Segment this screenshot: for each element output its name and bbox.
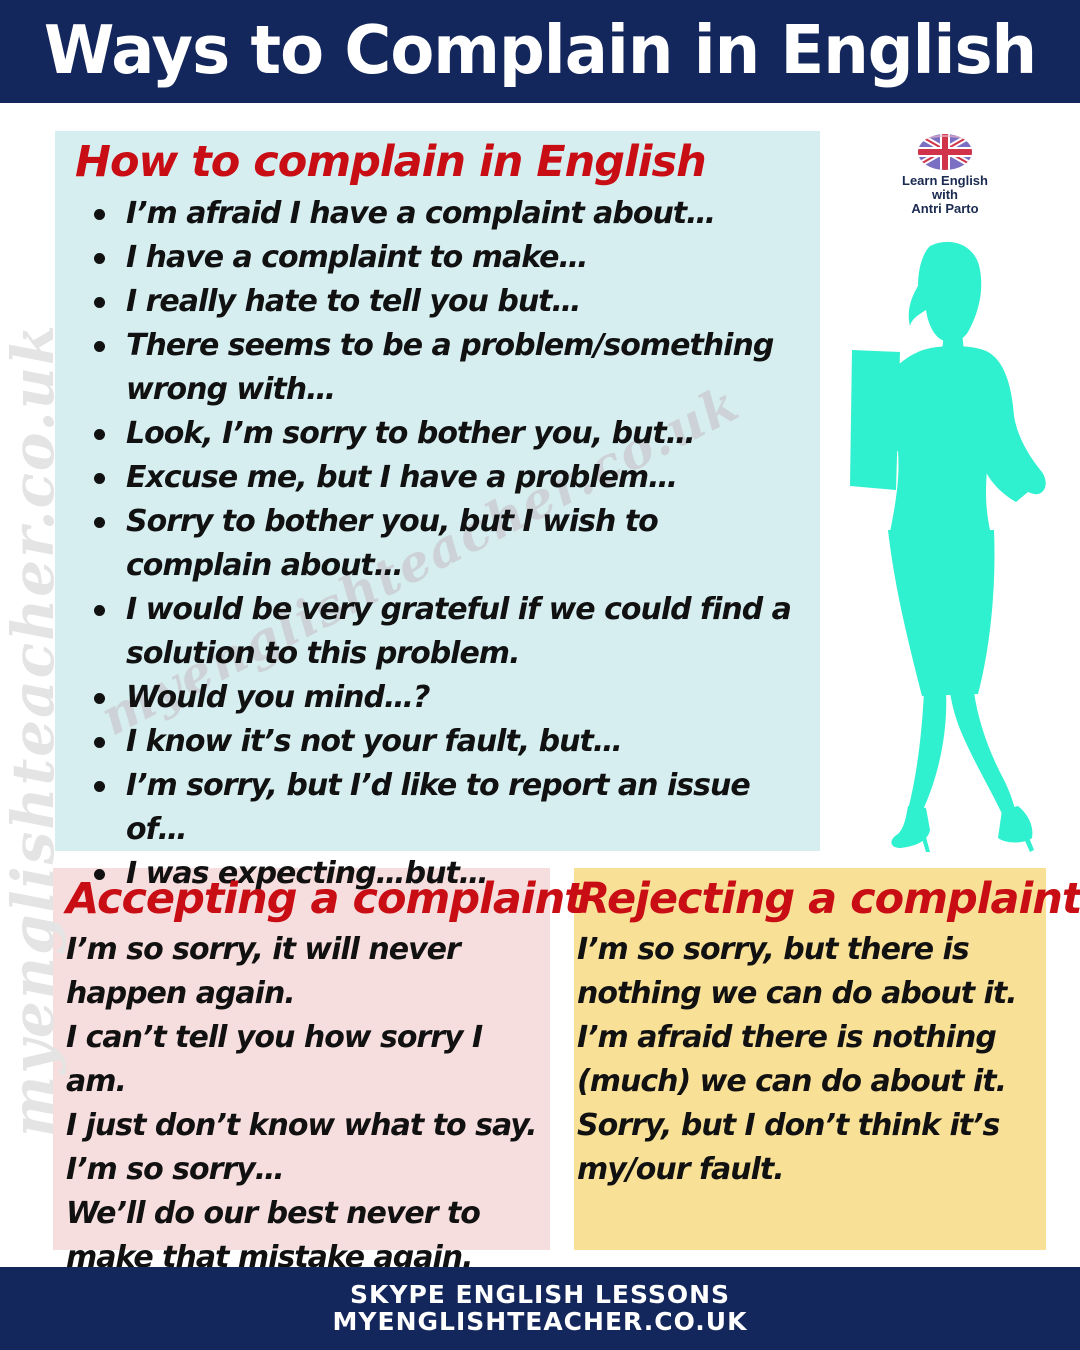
phrase-text: Look, I’m sorry to bother you, but… (126, 416, 696, 451)
footer-tagline: SKYPE ENGLISH LESSONS (349, 1280, 731, 1309)
list-item: There seems to be a problem/something wr… (90, 324, 800, 412)
logo-line-3: Antri Parto (911, 201, 979, 216)
phrase-text: I’m afraid I have a complaint about… (126, 196, 716, 231)
brand-logo: Learn English with Antri Parto (890, 130, 1000, 220)
phrase-text: I would be very grateful if we could fin… (126, 592, 792, 671)
bullet-icon (94, 605, 105, 616)
phrase-text: There seems to be a problem/something wr… (126, 328, 774, 407)
bullet-icon (94, 209, 105, 220)
list-item: I have a complaint to make… (90, 236, 800, 280)
bullet-icon (94, 781, 105, 792)
rejecting-phrase-list: I’m so sorry, but there is nothing we ca… (577, 928, 1037, 1192)
complain-phrase-list: I’m afraid I have a complaint about… I h… (90, 192, 800, 896)
list-item: Look, I’m sorry to bother you, but… (90, 412, 800, 456)
bullet-icon (94, 473, 105, 484)
list-item: Sorry to bother you, but I wish to compl… (90, 500, 800, 588)
bullet-icon (94, 737, 105, 748)
rejecting-heading: Rejecting a complaint (577, 874, 1080, 924)
phrase-text: I have a complaint to make… (126, 240, 588, 275)
list-item: I can’t tell you how sorry I am. (66, 1020, 483, 1099)
bullet-icon (94, 253, 105, 264)
footer-website: MYENGLISHTEACHER.CO.UK (332, 1307, 748, 1336)
list-item: I just don’t know what to say. (66, 1108, 537, 1143)
bullet-icon (94, 693, 105, 704)
phrase-text: I really hate to tell you but… (126, 284, 582, 319)
phrase-text: I know it’s not your fault, but… (126, 724, 623, 759)
watermark-vertical: myenglishteacher.co.uk (0, 322, 67, 1138)
list-item: I’m sorry, but I’d like to report an iss… (90, 764, 800, 852)
accepting-phrase-list: I’m so sorry, it will never happen again… (66, 928, 541, 1280)
list-item: I know it’s not your fault, but… (90, 720, 800, 764)
bullet-icon (94, 297, 105, 308)
list-item: I’m so sorry, but there is nothing we ca… (577, 932, 1018, 1011)
list-item: I really hate to tell you but… (90, 280, 800, 324)
list-item: I’m afraid there is nothing (much) we ca… (577, 1020, 1007, 1099)
phrase-text: Excuse me, but I have a problem… (126, 460, 678, 495)
complain-heading: How to complain in English (75, 137, 707, 187)
phrase-text: Sorry to bother you, but I wish to compl… (126, 504, 659, 583)
list-item: I’m afraid I have a complaint about… (90, 192, 800, 236)
phrase-text: Would you mind…? (126, 680, 430, 715)
woman-silhouette-icon (850, 241, 1046, 852)
bullet-icon (94, 341, 105, 352)
bullet-icon (94, 429, 105, 440)
logo-line-1: Learn English (902, 173, 988, 188)
phrase-text: I’m sorry, but I’d like to report an iss… (126, 768, 751, 847)
page-title: Ways to Complain in English (43, 12, 1037, 90)
list-item: Excuse me, but I have a problem… (90, 456, 800, 500)
flag-globe-icon (918, 134, 972, 170)
list-item: I’m so sorry… (66, 1152, 285, 1187)
logo-line-2: with (932, 187, 958, 202)
list-item: I would be very grateful if we could fin… (90, 588, 800, 676)
bullet-icon (94, 517, 105, 528)
list-item: I’m so sorry, it will never happen again… (66, 932, 461, 1011)
accepting-heading: Accepting a complaint (66, 874, 585, 924)
list-item: Would you mind…? (90, 676, 800, 720)
list-item: Sorry, but I don’t think it’s my/our fau… (577, 1108, 1000, 1187)
